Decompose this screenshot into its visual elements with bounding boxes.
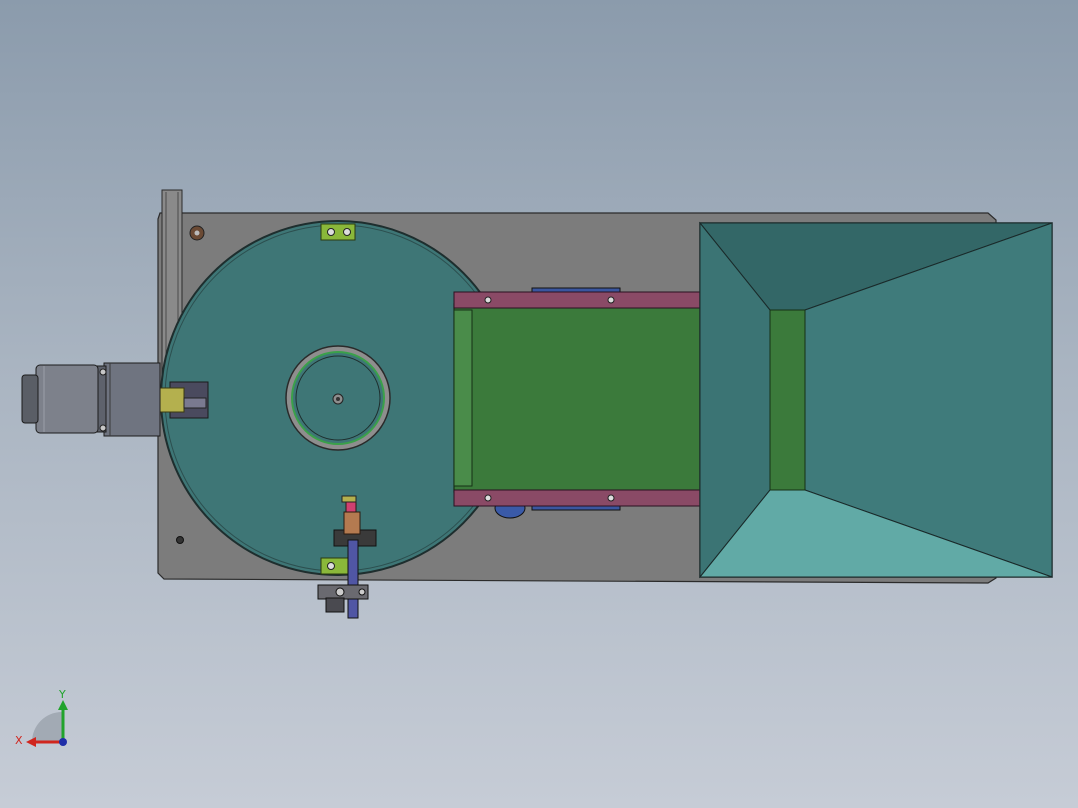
flange-screw (99, 424, 107, 432)
coordinate-triad: Y X (15, 688, 68, 747)
hopper-outlet (769, 309, 806, 491)
motor-endcap (21, 374, 39, 424)
rod-clamp-lower (325, 597, 345, 613)
triad-y-label: Y (58, 688, 66, 701)
triad-arc-icon (32, 712, 62, 742)
hopper (698, 221, 1053, 579)
sensor-body (343, 511, 361, 535)
rail-bolt (607, 296, 615, 304)
bracket-bolt (327, 228, 335, 236)
pivot-knob-center (194, 230, 200, 236)
triad-z-dot (59, 738, 67, 746)
rail-bolt (607, 494, 615, 502)
coupler-jaw (157, 387, 185, 413)
coupler-detail (183, 397, 207, 409)
triad-x-arrow-icon (26, 737, 36, 747)
rail-bolt (484, 296, 492, 304)
sensor-rod (347, 539, 359, 619)
gearbox (103, 362, 161, 437)
triad-x-label: X (15, 734, 23, 747)
bracket-bolt (343, 228, 351, 236)
rail-bolt (484, 494, 492, 502)
flange-screw (99, 368, 107, 376)
triad-y-arrow-icon (58, 700, 68, 710)
hub-bolt-center (336, 397, 340, 401)
drive-motor (35, 364, 99, 434)
graphics-viewport[interactable]: Y X (0, 0, 1078, 808)
sensor-top (341, 495, 357, 503)
clamp-screw (358, 588, 366, 596)
conveyor-belt (453, 303, 703, 493)
cad-model-view[interactable] (0, 0, 1078, 808)
belt-roller-left (453, 309, 473, 487)
clamp-screw (335, 587, 345, 597)
mount-hole (176, 536, 184, 544)
bracket-bolt (327, 562, 335, 570)
